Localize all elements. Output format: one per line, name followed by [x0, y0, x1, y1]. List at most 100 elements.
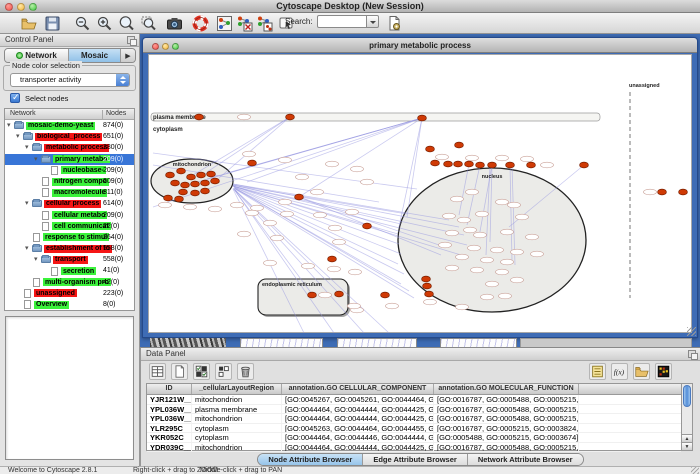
network-node-label[interactable]: [281, 211, 294, 217]
expand-arrow-icon[interactable]: ▾: [7, 122, 14, 129]
network-node[interactable]: [328, 256, 337, 262]
network-node[interactable]: [191, 181, 200, 187]
network-view-window[interactable]: primary metabolic process plasma membran…: [142, 37, 698, 338]
network-node[interactable]: [207, 171, 216, 177]
network-node-label[interactable]: [349, 269, 362, 275]
network-node-label[interactable]: [271, 235, 284, 241]
expand-arrow-icon[interactable]: ▾: [25, 144, 32, 151]
search-config-icon[interactable]: [386, 15, 403, 32]
network-node-label[interactable]: [501, 229, 514, 235]
network-node-label[interactable]: [521, 156, 534, 162]
close-window-button[interactable]: [5, 3, 13, 11]
table-row[interactable]: YKR052Ccytoplasm[GO:0044464, GO:0044446,…: [147, 433, 681, 443]
network-node-label[interactable]: [346, 209, 359, 215]
network-node-label[interactable]: [474, 232, 487, 238]
network-node-label[interactable]: [238, 114, 251, 120]
network-node-label[interactable]: [361, 179, 374, 185]
import-attributes-icon[interactable]: [589, 363, 606, 380]
network-node-label[interactable]: [526, 234, 539, 240]
network-node-label[interactable]: [328, 266, 341, 272]
network-node-label[interactable]: [279, 199, 292, 205]
network-node[interactable]: [211, 178, 220, 184]
network-node[interactable]: [455, 142, 464, 148]
column-header[interactable]: ID: [147, 384, 192, 394]
float-panel-icon[interactable]: [688, 350, 696, 358]
network-node-label[interactable]: [511, 277, 524, 283]
tree-row[interactable]: ▾primary metabo209(0): [5, 154, 134, 165]
column-header[interactable]: annotation.GO CELLULAR_COMPONENT: [282, 384, 434, 394]
network-node-label[interactable]: [184, 204, 197, 210]
network-node-label[interactable]: [458, 217, 471, 223]
network-node-label[interactable]: [329, 225, 342, 231]
table-row[interactable]: YJR121W__1mitochondrion[GO:0045267, GO:0…: [147, 395, 681, 405]
table-row[interactable]: YPL036W__1mitochondrion[GO:0044464, GO:0…: [147, 414, 681, 424]
net-zoom-button[interactable]: [172, 43, 179, 50]
help-icon[interactable]: [192, 15, 209, 32]
delete-attribute-icon[interactable]: [237, 363, 254, 380]
network-node[interactable]: [431, 160, 440, 166]
network-node-label[interactable]: [499, 293, 512, 299]
network-node-label[interactable]: [471, 267, 484, 273]
network-node-label[interactable]: [531, 251, 544, 257]
network-tree-header[interactable]: Network Nodes: [5, 109, 134, 120]
network-node[interactable]: [187, 174, 196, 180]
network-node-label[interactable]: [491, 247, 504, 253]
minimize-window-button[interactable]: [17, 3, 25, 11]
network-node-label[interactable]: [296, 174, 309, 180]
network-node-label[interactable]: [446, 230, 459, 236]
network-node-label[interactable]: [264, 220, 277, 226]
network-node[interactable]: [175, 196, 184, 202]
network-node-label[interactable]: [541, 162, 554, 168]
network-node[interactable]: [426, 146, 435, 152]
network-node[interactable]: [422, 276, 431, 282]
network-node-label[interactable]: [279, 157, 292, 163]
column-header[interactable]: [579, 384, 683, 394]
table-scrollbar[interactable]: ▲ ▼: [682, 383, 693, 451]
tree-row[interactable]: Overview8(0): [5, 299, 134, 310]
network-graph[interactable]: plasma membranecytoplasmmitochondrionnuc…: [149, 55, 693, 334]
network-node[interactable]: [418, 115, 427, 121]
birdseye-view-panel[interactable]: [5, 316, 134, 460]
network-node[interactable]: [308, 292, 317, 298]
tab-edge-attribute-browser[interactable]: Edge Attribute Browser: [363, 454, 467, 465]
network-node-label[interactable]: [314, 212, 327, 218]
tab-network-attribute-browser[interactable]: Network Attribute Browser: [468, 454, 583, 465]
zoom-fit-icon[interactable]: [118, 15, 135, 32]
scroll-down-button[interactable]: ▼: [682, 442, 692, 450]
tree-row[interactable]: ▾transport558(0): [5, 254, 134, 265]
tree-row[interactable]: ▾cellular process614(0): [5, 198, 134, 209]
tree-row[interactable]: ▾establishment of lo558(0): [5, 243, 134, 254]
tree-row[interactable]: cellular metabo209(0): [5, 210, 134, 221]
destroy-network-icon[interactable]: [256, 15, 273, 32]
attribute-table-icon[interactable]: [149, 363, 166, 380]
network-node-label[interactable]: [501, 259, 514, 265]
network-node-label[interactable]: [264, 260, 277, 266]
table-row[interactable]: YPL036W__2plasma membrane[GO:0044464, GO…: [147, 405, 681, 415]
network-node-label[interactable]: [481, 294, 494, 300]
scrollbar-thumb[interactable]: [683, 385, 691, 407]
network-node-label[interactable]: [456, 304, 469, 310]
network-node-label[interactable]: [424, 299, 437, 305]
expand-arrow-icon[interactable]: ▾: [34, 156, 41, 163]
network-node-label[interactable]: [481, 257, 494, 263]
network-node-label[interactable]: [311, 189, 324, 195]
tree-row[interactable]: secretion41(0): [5, 265, 134, 276]
zoom-in-icon[interactable]: [96, 15, 113, 32]
network-node-label[interactable]: [231, 202, 244, 208]
network-node[interactable]: [191, 190, 200, 196]
formula-icon[interactable]: f(x): [611, 363, 628, 380]
unselect-attributes-icon[interactable]: [215, 363, 232, 380]
network-node-label[interactable]: [243, 151, 256, 157]
heatmap-icon[interactable]: [655, 363, 672, 380]
network-node-label[interactable]: [516, 214, 529, 220]
column-header[interactable]: annotation.GO MOLECULAR_FUNCTION: [434, 384, 579, 394]
network-node[interactable]: [179, 189, 188, 195]
network-node[interactable]: [335, 291, 344, 297]
plasma-membrane-region[interactable]: [151, 113, 600, 121]
tree-row[interactable]: unassigned223(0): [5, 288, 134, 299]
snapshot-icon[interactable]: [166, 15, 183, 32]
table-row[interactable]: YDR039C__1mitochondrion[GO:0044464, GO:0…: [147, 443, 681, 453]
network-node-label[interactable]: [246, 210, 259, 216]
network-node-label[interactable]: [496, 269, 509, 275]
network-node-label[interactable]: [464, 227, 477, 233]
